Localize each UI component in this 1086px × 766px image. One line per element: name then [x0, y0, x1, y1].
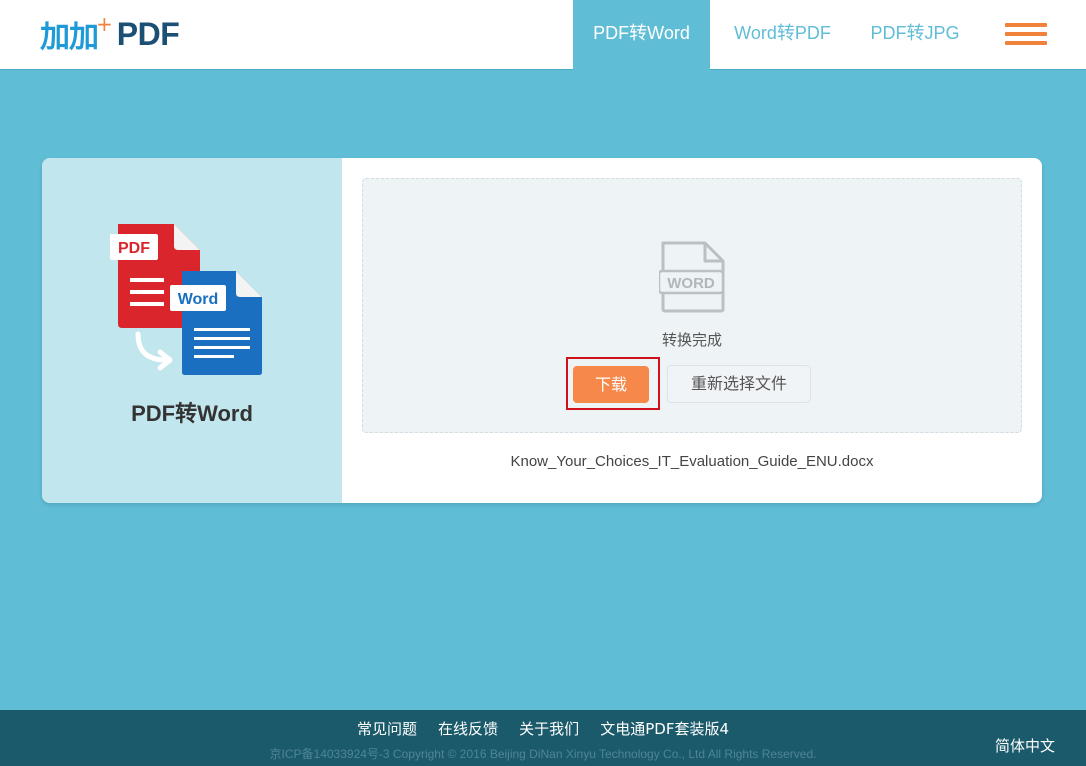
footer-link-suite[interactable]: 文电通PDF套装版4 [600, 720, 729, 738]
top-header: 加加 + PDF PDF转Word Word转PDF PDF转JPG [0, 0, 1086, 70]
tab-pdf-to-word[interactable]: PDF转Word [573, 0, 710, 70]
logo-pdf-text: PDF [116, 15, 180, 52]
language-selector[interactable]: 简体中文 [995, 735, 1055, 756]
hamburger-menu-icon[interactable] [1005, 23, 1047, 45]
footer-link-feedback[interactable]: 在线反馈 [438, 720, 498, 738]
pdf-to-word-icon: PDF Word [110, 224, 262, 375]
action-buttons: 下载 重新选择文件 [363, 357, 1021, 410]
converter-title: PDF转Word [131, 401, 253, 426]
logo-glyph: 加加 [40, 20, 99, 55]
footer-link-about[interactable]: 关于我们 [519, 720, 579, 738]
conversion-status: 转换完成 [661, 331, 722, 349]
converter-info-panel: PDF Word PDF转Word [42, 158, 342, 503]
footer-links: 常见问题 在线反馈 关于我们 文电通PDF套装版4 [0, 718, 1086, 739]
footer-link-faq[interactable]: 常见问题 [357, 720, 417, 738]
tab-word-to-pdf[interactable]: Word转PDF [710, 0, 855, 70]
copyright-text: 京ICP备14033924号-3 Copyright © 2016 Beijin… [269, 747, 817, 761]
logo-plus-icon: + [96, 12, 113, 36]
tab-pdf-to-jpg[interactable]: PDF转JPG [855, 0, 975, 70]
dropzone-icon-label: WORD [667, 275, 715, 292]
output-filename: Know_Your_Choices_IT_Evaluation_Guide_EN… [510, 453, 874, 470]
word-document-icon: WORD [659, 241, 725, 313]
main-nav: PDF转Word Word转PDF PDF转JPG [573, 0, 975, 70]
page-footer: 常见问题 在线反馈 关于我们 文电通PDF套装版4 京ICP备14033924号… [0, 710, 1086, 766]
pdf-icon-label: PDF [118, 240, 150, 257]
file-dropzone[interactable]: WORD 转换完成 下载 重新选择文件 [362, 178, 1022, 433]
reselect-file-button[interactable]: 重新选择文件 [667, 365, 811, 403]
word-icon-label: Word [178, 291, 219, 308]
site-logo[interactable]: 加加 + PDF [40, 12, 180, 55]
download-button[interactable]: 下载 [573, 366, 649, 403]
converter-card: PDF Word PDF转Word WORD 转换完成 下载 重新选择文件 Kn… [42, 158, 1042, 503]
